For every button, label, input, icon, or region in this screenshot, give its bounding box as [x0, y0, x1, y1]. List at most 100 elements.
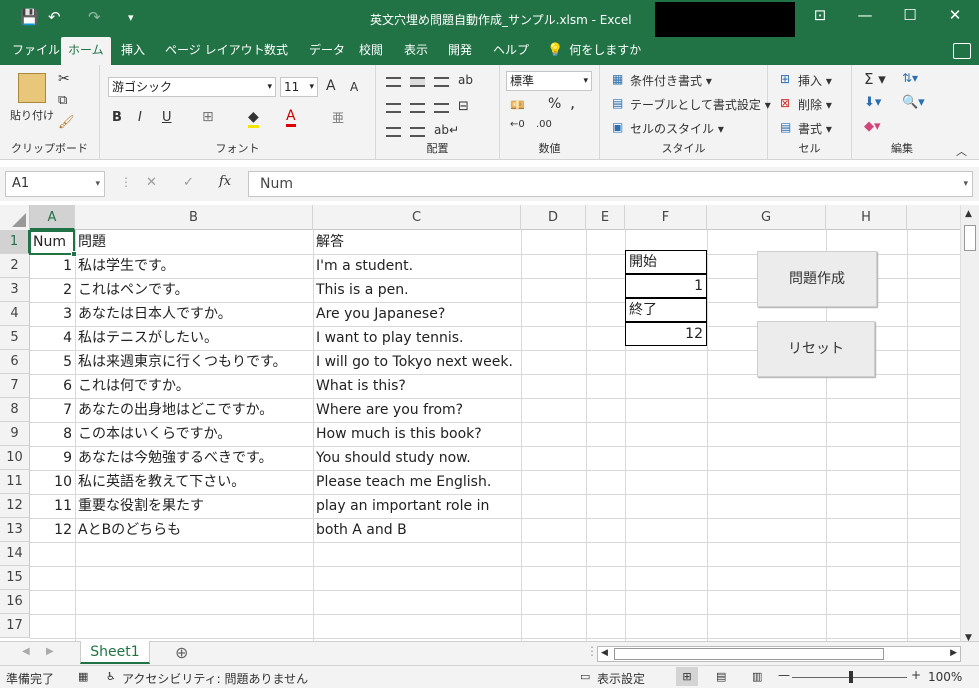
- tab-developer[interactable]: 開発: [441, 37, 479, 65]
- column-header-h[interactable]: H: [826, 205, 907, 230]
- format-as-table-button[interactable]: テーブルとして書式設定 ▾: [630, 96, 771, 113]
- scroll-left-icon[interactable]: ◀: [601, 648, 608, 658]
- fill-handle[interactable]: [71, 251, 77, 257]
- cell-question[interactable]: あなたの出身地はどこですか。: [75, 398, 276, 422]
- cut-icon[interactable]: ✂: [58, 71, 70, 87]
- align-center-icon[interactable]: [410, 103, 425, 113]
- delete-cells-icon[interactable]: ⊠: [780, 96, 790, 110]
- cell-question[interactable]: この本はいくらですか。: [75, 422, 234, 446]
- add-sheet-icon[interactable]: ⊕: [175, 643, 188, 662]
- cell-question[interactable]: AとBのどちらも: [75, 518, 184, 542]
- close-icon[interactable]: ✕: [935, 6, 975, 24]
- cell-answer[interactable]: How much is this book?: [313, 422, 485, 446]
- tab-home[interactable]: ホーム: [61, 37, 111, 65]
- cell-num[interactable]: 10: [30, 470, 75, 494]
- clear-icon[interactable]: ◆▾: [864, 119, 881, 134]
- cell-question[interactable]: これは何ですか。: [75, 374, 193, 398]
- tell-me-search[interactable]: 💡 何をしますか: [540, 37, 648, 65]
- row-header[interactable]: 12: [0, 494, 30, 518]
- fill-icon[interactable]: ⬇▾: [864, 95, 881, 110]
- cell-num[interactable]: 12: [30, 518, 75, 542]
- row-header[interactable]: 16: [0, 590, 30, 614]
- minimize-icon[interactable]: —: [845, 6, 885, 24]
- decrease-indent-icon[interactable]: [386, 127, 401, 137]
- phonetic-guide-icon[interactable]: 亜: [332, 109, 344, 126]
- row-header[interactable]: 13: [0, 518, 30, 542]
- align-bottom-icon[interactable]: [434, 77, 449, 87]
- insert-cells-button[interactable]: 挿入 ▾: [798, 72, 832, 89]
- italic-button[interactable]: I: [138, 110, 142, 125]
- enter-icon[interactable]: ✓: [183, 175, 194, 190]
- sheet-scroll-right-icon[interactable]: ▶: [46, 646, 54, 657]
- percent-button[interactable]: %: [548, 96, 561, 112]
- cell-question[interactable]: あなたは今勉強するべきです。: [75, 446, 276, 470]
- formula-input[interactable]: Num ▾: [248, 171, 973, 197]
- cell-num[interactable]: 4: [30, 326, 75, 350]
- column-header-g[interactable]: G: [707, 205, 826, 230]
- cell-c1[interactable]: 解答: [313, 230, 521, 254]
- row-header[interactable]: 4: [0, 302, 30, 326]
- redo-icon[interactable]: ↷: [88, 8, 101, 26]
- insert-function-icon[interactable]: fx: [219, 174, 231, 189]
- column-header-e[interactable]: E: [586, 205, 625, 230]
- sheet-scroll-left-icon[interactable]: ◀: [22, 646, 30, 657]
- underline-button[interactable]: U: [162, 110, 172, 125]
- cell-num[interactable]: 2: [30, 278, 75, 302]
- align-middle-icon[interactable]: [410, 77, 425, 87]
- page-break-view-icon[interactable]: ▥: [752, 670, 762, 683]
- cancel-icon[interactable]: ✕: [146, 175, 157, 190]
- display-settings-icon[interactable]: ▭: [580, 670, 590, 683]
- column-header-c[interactable]: C: [313, 205, 521, 230]
- format-as-table-icon[interactable]: ▤: [612, 96, 623, 110]
- align-right-icon[interactable]: [434, 103, 449, 113]
- comma-button[interactable]: ,: [570, 93, 575, 112]
- share-icon[interactable]: [953, 43, 971, 59]
- align-top-icon[interactable]: [386, 77, 401, 87]
- save-icon[interactable]: 💾: [20, 8, 39, 26]
- orientation-icon[interactable]: ab: [458, 73, 473, 87]
- borders-icon[interactable]: ⊞: [202, 109, 214, 125]
- worksheet-grid[interactable]: A B C D E F G H 1 2 3 4 5 6 7 8 9 10 11 …: [0, 205, 960, 641]
- row-header[interactable]: 15: [0, 566, 30, 590]
- currency-icon[interactable]: 💴: [510, 98, 525, 112]
- row-header[interactable]: 17: [0, 614, 30, 638]
- tab-help[interactable]: ヘルプ: [486, 37, 536, 65]
- insert-cells-icon[interactable]: ⊞: [780, 72, 790, 86]
- select-all-corner[interactable]: [0, 205, 30, 230]
- cell-question[interactable]: 私は来週東京に行くつもりです。: [75, 350, 290, 374]
- cell-answer[interactable]: Please teach me English.: [313, 470, 494, 494]
- cell-answer[interactable]: Are you Japanese?: [313, 302, 448, 326]
- decrease-decimal-icon[interactable]: .00: [536, 119, 552, 130]
- cell-answer[interactable]: You should study now.: [313, 446, 474, 470]
- row-header[interactable]: 3: [0, 278, 30, 302]
- cell-styles-icon[interactable]: ▣: [612, 120, 623, 134]
- scroll-right-icon[interactable]: ▶: [950, 648, 957, 658]
- cell-num[interactable]: 9: [30, 446, 75, 470]
- grow-font-button[interactable]: A: [326, 78, 336, 94]
- tab-page-layout[interactable]: ページ レイアウト: [158, 37, 272, 65]
- normal-view-icon[interactable]: ⊞: [676, 667, 698, 686]
- delete-cells-button[interactable]: 削除 ▾: [798, 96, 832, 113]
- column-header-d[interactable]: D: [521, 205, 586, 230]
- cell-num[interactable]: 5: [30, 350, 75, 374]
- vertical-scrollbar[interactable]: ▲ ▼: [960, 205, 979, 645]
- row-header[interactable]: 6: [0, 350, 30, 374]
- row-header[interactable]: 11: [0, 470, 30, 494]
- accessibility-status[interactable]: アクセシビリティ: 問題ありません: [122, 670, 308, 687]
- shrink-font-button[interactable]: A: [350, 80, 358, 94]
- scroll-up-icon[interactable]: ▲: [965, 209, 972, 219]
- row-header[interactable]: 2: [0, 254, 30, 278]
- tab-insert[interactable]: 挿入: [114, 37, 152, 65]
- find-select-icon[interactable]: 🔍▾: [902, 95, 925, 110]
- cell-answer[interactable]: This is a pen.: [313, 278, 412, 302]
- tab-review[interactable]: 校閲: [352, 37, 390, 65]
- conditional-formatting-icon[interactable]: ▦: [612, 72, 623, 86]
- customize-quick-access-icon[interactable]: ▾: [128, 11, 134, 24]
- end-label-cell[interactable]: 終了: [625, 298, 707, 322]
- cell-question[interactable]: これはペンです。: [75, 278, 192, 302]
- format-painter-icon[interactable]: 🖌: [58, 115, 75, 130]
- display-settings-button[interactable]: 表示設定: [597, 670, 645, 687]
- start-label-cell[interactable]: 開始: [625, 250, 707, 274]
- zoom-slider-thumb[interactable]: [849, 671, 853, 683]
- row-header[interactable]: 9: [0, 422, 30, 446]
